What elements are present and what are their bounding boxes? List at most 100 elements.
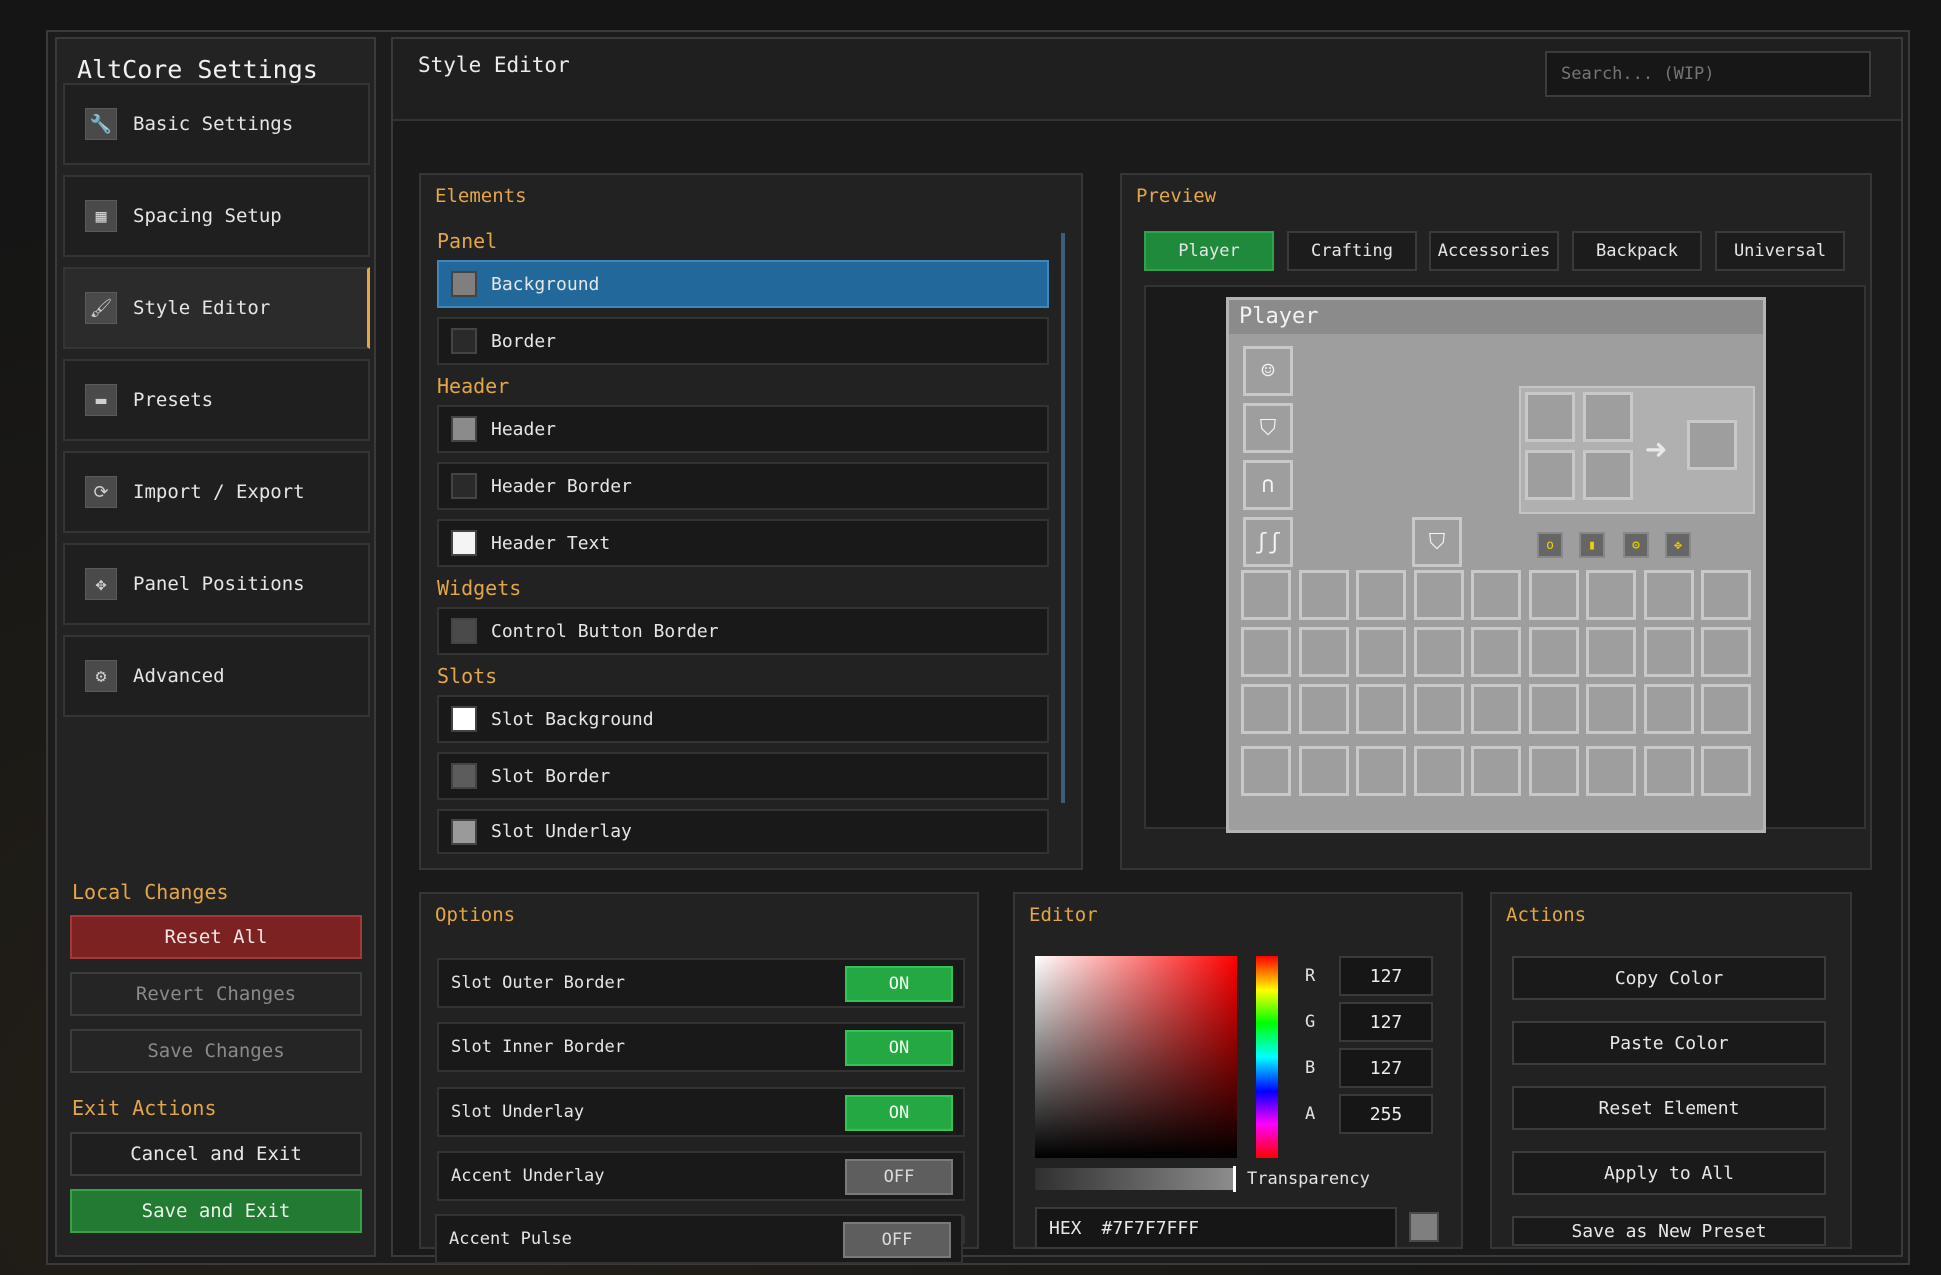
inventory-slot[interactable] <box>1298 627 1349 677</box>
element-row-border[interactable]: Border <box>437 317 1049 365</box>
save-as-new-preset-button[interactable]: Save as New Preset <box>1512 1216 1826 1246</box>
inventory-slot[interactable] <box>1298 570 1349 620</box>
crafting-result-slot[interactable] <box>1687 420 1737 470</box>
sidebar-item-import-export[interactable]: ⟳ Import / Export <box>63 451 370 533</box>
saturation-value-picker[interactable] <box>1035 956 1237 1158</box>
backpack-icon[interactable]: ▮ <box>1579 532 1605 558</box>
option-slot-outer-border: Slot Outer Border ON <box>437 958 965 1008</box>
tab-universal[interactable]: Universal <box>1715 231 1845 271</box>
copy-color-button[interactable]: Copy Color <box>1512 956 1826 1000</box>
red-input[interactable]: 127 <box>1339 956 1433 996</box>
inventory-slot[interactable] <box>1586 684 1636 734</box>
tab-accessories[interactable]: Accessories <box>1429 231 1559 271</box>
inventory-slot[interactable] <box>1643 570 1694 620</box>
tab-player[interactable]: Player <box>1144 231 1274 271</box>
hotbar-slot[interactable] <box>1586 746 1636 796</box>
transparency-label: Transparency <box>1247 1169 1370 1189</box>
paste-color-button[interactable]: Paste Color <box>1512 1021 1826 1065</box>
inventory-slot[interactable] <box>1471 684 1521 734</box>
inventory-slot[interactable] <box>1471 627 1521 677</box>
inventory-slot[interactable] <box>1643 684 1694 734</box>
tab-backpack[interactable]: Backpack <box>1572 231 1702 271</box>
blue-input[interactable]: 127 <box>1339 1048 1433 1088</box>
hotbar-slot[interactable] <box>1528 746 1579 796</box>
hotbar-slot[interactable] <box>1471 746 1521 796</box>
inventory-slot[interactable] <box>1586 627 1636 677</box>
element-row-slot-underlay[interactable]: Slot Underlay <box>437 809 1049 854</box>
hue-slider[interactable] <box>1256 956 1278 1158</box>
crafting-slot[interactable] <box>1583 392 1633 442</box>
cancel-and-exit-button[interactable]: Cancel and Exit <box>70 1132 362 1176</box>
transparency-handle[interactable] <box>1233 1166 1236 1192</box>
hotbar-slot[interactable] <box>1241 746 1291 796</box>
ring-icon[interactable]: o <box>1537 532 1563 558</box>
search-input[interactable] <box>1545 51 1871 97</box>
green-input[interactable]: 127 <box>1339 1002 1433 1042</box>
hotbar-slot[interactable] <box>1356 746 1406 796</box>
save-and-exit-button[interactable]: Save and Exit <box>70 1189 362 1233</box>
inventory-slot[interactable] <box>1241 684 1291 734</box>
element-row-header-text[interactable]: Header Text <box>437 519 1049 567</box>
tab-crafting[interactable]: Crafting <box>1287 231 1417 271</box>
inventory-slot[interactable] <box>1701 570 1751 620</box>
inventory-slot[interactable] <box>1701 684 1751 734</box>
offhand-slot[interactable]: ⛉ <box>1412 517 1462 567</box>
hotbar-slot[interactable] <box>1298 746 1349 796</box>
apply-to-all-button[interactable]: Apply to All <box>1512 1151 1826 1195</box>
move-icon[interactable]: ✥ <box>1665 532 1691 558</box>
inventory-slot[interactable] <box>1413 570 1464 620</box>
element-row-header[interactable]: Header <box>437 405 1049 453</box>
group-label-widgets: Widgets <box>437 576 522 600</box>
sidebar-item-panel-positions[interactable]: ✥ Panel Positions <box>63 543 370 625</box>
sidebar-item-presets[interactable]: ▬ Presets <box>63 359 370 441</box>
save-changes-button[interactable]: Save Changes <box>70 1029 362 1073</box>
hex-field[interactable]: HEX #7F7F7FFF <box>1035 1207 1397 1249</box>
toggle-accent-underlay[interactable]: OFF <box>845 1159 953 1195</box>
hotbar-slot[interactable] <box>1413 746 1464 796</box>
element-row-slot-background[interactable]: Slot Background <box>437 695 1049 743</box>
inventory-slot[interactable] <box>1413 627 1464 677</box>
inventory-slot[interactable] <box>1241 570 1291 620</box>
inventory-slot[interactable] <box>1528 570 1579 620</box>
inventory-slot[interactable] <box>1586 570 1636 620</box>
sidebar-item-basic-settings[interactable]: 🔧 Basic Settings <box>63 83 370 165</box>
alpha-input[interactable]: 255 <box>1339 1094 1433 1134</box>
inventory-slot[interactable] <box>1413 684 1464 734</box>
helmet-slot[interactable]: ☺ <box>1243 346 1293 396</box>
element-row-background[interactable]: Background <box>437 260 1049 308</box>
inventory-slot[interactable] <box>1643 627 1694 677</box>
crafting-slot[interactable] <box>1525 392 1575 442</box>
inventory-slot[interactable] <box>1528 627 1579 677</box>
crafting-slot[interactable] <box>1583 450 1633 500</box>
hotbar-slot[interactable] <box>1701 746 1751 796</box>
toggle-accent-pulse[interactable]: OFF <box>843 1222 951 1258</box>
elements-scrollbar[interactable] <box>1061 233 1065 803</box>
element-row-slot-border[interactable]: Slot Border <box>437 752 1049 800</box>
inventory-slot[interactable] <box>1701 627 1751 677</box>
element-row-header-border[interactable]: Header Border <box>437 462 1049 510</box>
toggle-slot-underlay[interactable]: ON <box>845 1095 953 1131</box>
inventory-slot[interactable] <box>1298 684 1349 734</box>
toggle-slot-outer-border[interactable]: ON <box>845 966 953 1002</box>
inventory-slot[interactable] <box>1356 684 1406 734</box>
transparency-slider[interactable] <box>1035 1168 1233 1190</box>
reset-element-button[interactable]: Reset Element <box>1512 1086 1826 1130</box>
sidebar-item-style-editor[interactable]: 🖌 Style Editor <box>63 267 370 349</box>
element-row-control-button-border[interactable]: Control Button Border <box>437 607 1049 655</box>
reset-all-button[interactable]: Reset All <box>70 915 362 959</box>
sidebar-item-advanced[interactable]: ⚙ Advanced <box>63 635 370 717</box>
hotbar-slot[interactable] <box>1643 746 1694 796</box>
inventory-slot[interactable] <box>1356 570 1406 620</box>
chestplate-slot[interactable]: ⛉ <box>1243 403 1293 453</box>
gear-icon[interactable]: ⚙ <box>1623 532 1649 558</box>
leggings-slot[interactable]: ∩ <box>1243 460 1293 510</box>
revert-changes-button[interactable]: Revert Changes <box>70 972 362 1016</box>
inventory-slot[interactable] <box>1471 570 1521 620</box>
inventory-slot[interactable] <box>1356 627 1406 677</box>
inventory-slot[interactable] <box>1241 627 1291 677</box>
crafting-slot[interactable] <box>1525 450 1575 500</box>
toggle-slot-inner-border[interactable]: ON <box>845 1030 953 1066</box>
sidebar-item-spacing-setup[interactable]: ▦ Spacing Setup <box>63 175 370 257</box>
inventory-slot[interactable] <box>1528 684 1579 734</box>
boots-slot[interactable]: ʃʃ <box>1243 517 1293 567</box>
